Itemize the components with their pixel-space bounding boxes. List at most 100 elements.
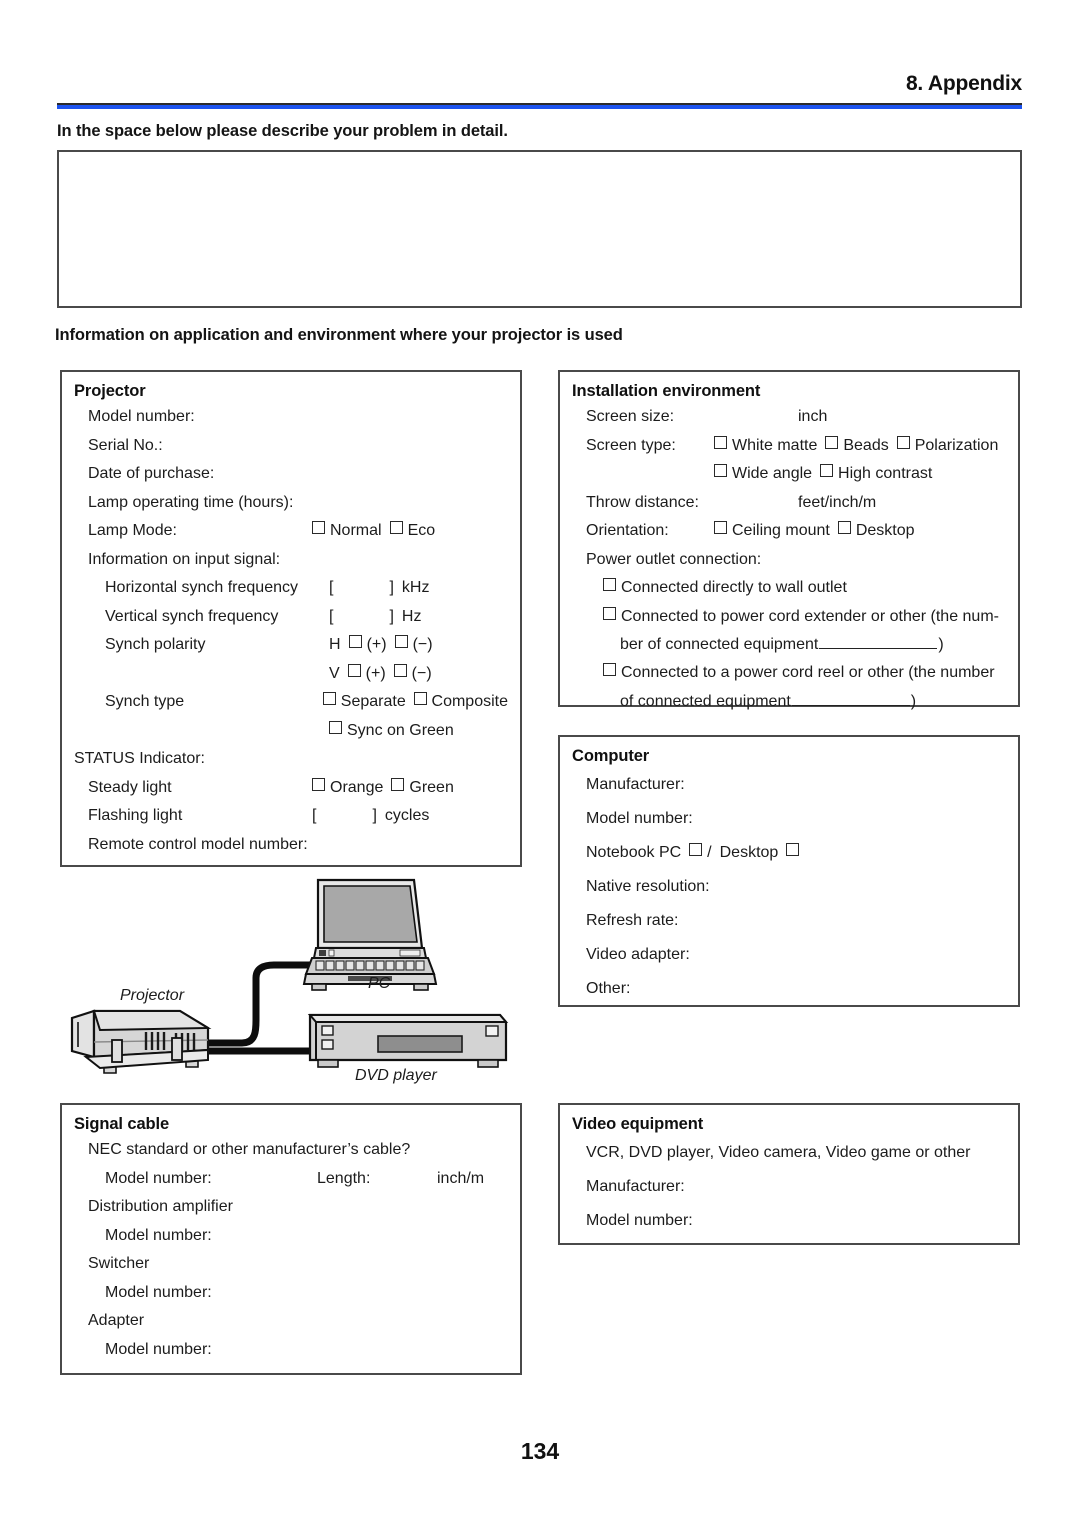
synch-type-composite-option[interactable]: Composite	[413, 688, 508, 717]
throw-distance-row: Throw distance: feet/inch/m	[572, 489, 1006, 518]
checkbox-icon[interactable]	[347, 663, 361, 677]
computer-desktop-label: Desktop	[719, 844, 779, 861]
screen-size-label: Screen size:	[586, 408, 675, 425]
checkbox-icon[interactable]	[825, 435, 839, 449]
screen-type-beads-option[interactable]: Beads	[825, 432, 889, 461]
steady-light-green-option[interactable]: Green	[391, 774, 454, 803]
polarity-v-minus-option[interactable]: (−)	[393, 660, 432, 689]
checkbox-icon[interactable]	[312, 777, 325, 791]
video-equipment-types-line: VCR, DVD player, Video camera, Video gam…	[586, 1144, 971, 1161]
checkbox-icon[interactable]	[786, 843, 800, 856]
polarity-h-minus-option[interactable]: (−)	[394, 631, 433, 660]
power-option-3-row-cont: of connected equipment )	[572, 688, 1006, 716]
synch-type-label: Synch type	[105, 693, 185, 710]
checkbox-icon[interactable]	[312, 521, 325, 534]
checkbox-icon[interactable]	[413, 692, 427, 705]
power-option-2-close-paren: )	[938, 636, 944, 653]
connection-diagram-svg	[70, 878, 509, 1074]
screen-type-polarization-option[interactable]: Polarization	[896, 432, 999, 461]
video-equipment-manufacturer-row: Manufacturer:	[572, 1170, 1006, 1204]
computer-panel-title: Computer	[572, 747, 650, 765]
video-equipment-model-row: Model number:	[572, 1204, 1006, 1238]
polarity-v-plus-option[interactable]: (+)	[347, 660, 386, 689]
synch-type-separate-option[interactable]: Separate	[322, 688, 406, 717]
v-sync-open-bracket: [	[329, 607, 334, 625]
projector-model-number-label: Model number:	[88, 408, 195, 425]
power-option-1-row[interactable]: Connected directly to wall outlet	[572, 574, 1006, 603]
power-option-3-row[interactable]: Connected to a power cord reel or other …	[572, 659, 1006, 688]
projector-serial-no-row: Serial No.:	[74, 432, 508, 461]
lamp-mode-eco-option[interactable]: Eco	[389, 517, 435, 546]
polarity-h-minus-label: (−)	[412, 636, 433, 653]
checkbox-icon[interactable]	[820, 464, 834, 477]
power-option-1-label: Connected directly to wall outlet	[621, 579, 847, 596]
screen-type-high-contrast-option[interactable]: High contrast	[820, 460, 932, 489]
checkbox-icon[interactable]	[837, 521, 851, 534]
checkbox-icon[interactable]	[393, 663, 407, 677]
computer-native-resolution-row: Native resolution:	[572, 870, 1006, 904]
screen-type-wide-angle-option[interactable]: Wide angle	[714, 460, 812, 489]
checkbox-icon[interactable]	[603, 606, 616, 620]
computer-type-separator: /	[707, 844, 712, 861]
projector-panel: Projector Model number: Serial No.: Date…	[60, 370, 522, 867]
synch-polarity-label: Synch polarity	[105, 636, 206, 653]
power-option-3[interactable]: Connected to a power cord reel or other …	[572, 659, 995, 688]
polarity-h-plus-option[interactable]: (+)	[348, 631, 387, 660]
orientation-desktop-option[interactable]: Desktop	[837, 517, 915, 546]
checkbox-icon[interactable]	[714, 521, 727, 534]
h-sync-close-bracket: ]	[389, 579, 394, 596]
pc-illustration	[302, 878, 438, 991]
checkbox-icon[interactable]	[689, 843, 703, 856]
lamp-mode-normal-label: Normal	[330, 522, 382, 539]
connection-diagram: Projector PC DVD player	[60, 870, 522, 1100]
power-option-2[interactable]: Connected to power cord extender or othe…	[572, 603, 999, 632]
screen-type-polarization-label: Polarization	[914, 436, 999, 454]
problem-prompt-label: In the space below please describe your …	[57, 122, 508, 140]
computer-other-label: Other:	[586, 980, 631, 997]
video-equipment-panel: Video equipment VCR, DVD player, Video c…	[558, 1103, 1020, 1245]
checkbox-icon[interactable]	[322, 692, 336, 705]
adapter-model-row: Model number:	[74, 1336, 508, 1365]
polarity-h-plus-label: (+)	[366, 636, 387, 653]
problem-description-box[interactable]	[57, 150, 1022, 308]
page-title: 8. Appendix	[905, 72, 1022, 95]
sync-on-green-option[interactable]: Sync on Green	[329, 717, 454, 746]
checkbox-icon[interactable]	[714, 435, 727, 449]
throw-distance-label: Throw distance:	[586, 493, 699, 511]
checkbox-icon[interactable]	[603, 663, 616, 676]
power-option-2-equipment-count-field[interactable]	[819, 633, 938, 649]
screen-type-white-matte-option[interactable]: White matte	[714, 432, 817, 461]
checkbox-icon[interactable]	[394, 635, 408, 648]
checkbox-icon[interactable]	[896, 435, 910, 449]
switcher-model-label: Model number:	[105, 1283, 212, 1301]
power-option-3-label-line1: Connected to a power cord reel or other …	[621, 664, 995, 681]
checkbox-icon[interactable]	[329, 720, 342, 734]
orientation-row: Orientation: Ceiling mount Desktop	[572, 517, 1006, 546]
projector-input-signal-row: Information on input signal:	[74, 546, 508, 575]
power-option-2-row[interactable]: Connected to power cord extender or othe…	[572, 603, 1006, 632]
lamp-mode-normal-option[interactable]: Normal	[312, 517, 382, 546]
signal-cable-model-label: Model number:	[105, 1169, 212, 1187]
projector-lamp-mode-label: Lamp Mode:	[88, 522, 177, 539]
polarity-v-plus-label: (+)	[365, 664, 386, 682]
diagram-projector-label: Projector	[120, 987, 185, 1004]
steady-light-orange-option[interactable]: Orange	[312, 774, 383, 803]
checkbox-icon[interactable]	[391, 777, 405, 791]
checkbox-icon[interactable]	[603, 578, 616, 591]
projector-h-sync-row: Horizontal synch frequency [ ] kHz	[74, 574, 508, 603]
power-option-1[interactable]: Connected directly to wall outlet	[572, 574, 847, 603]
screen-type-beads-label: Beads	[843, 436, 889, 454]
orientation-ceiling-mount-label: Ceiling mount	[732, 522, 830, 539]
orientation-ceiling-mount-option[interactable]: Ceiling mount	[714, 517, 830, 546]
video-equipment-types-row: VCR, DVD player, Video camera, Video gam…	[572, 1136, 1006, 1170]
checkbox-icon[interactable]	[714, 464, 727, 477]
checkbox-icon[interactable]	[348, 635, 362, 648]
projector-status-indicator-row: STATUS Indicator:	[74, 745, 508, 774]
v-sync-unit: Hz	[401, 607, 422, 625]
orientation-label: Orientation:	[586, 522, 669, 539]
signal-cable-panel-title: Signal cable	[74, 1115, 170, 1133]
computer-refresh-rate-label: Refresh rate:	[586, 912, 679, 929]
power-option-3-equipment-count-field[interactable]	[791, 690, 910, 706]
projector-serial-no-label: Serial No.:	[88, 436, 163, 454]
checkbox-icon[interactable]	[389, 521, 403, 534]
